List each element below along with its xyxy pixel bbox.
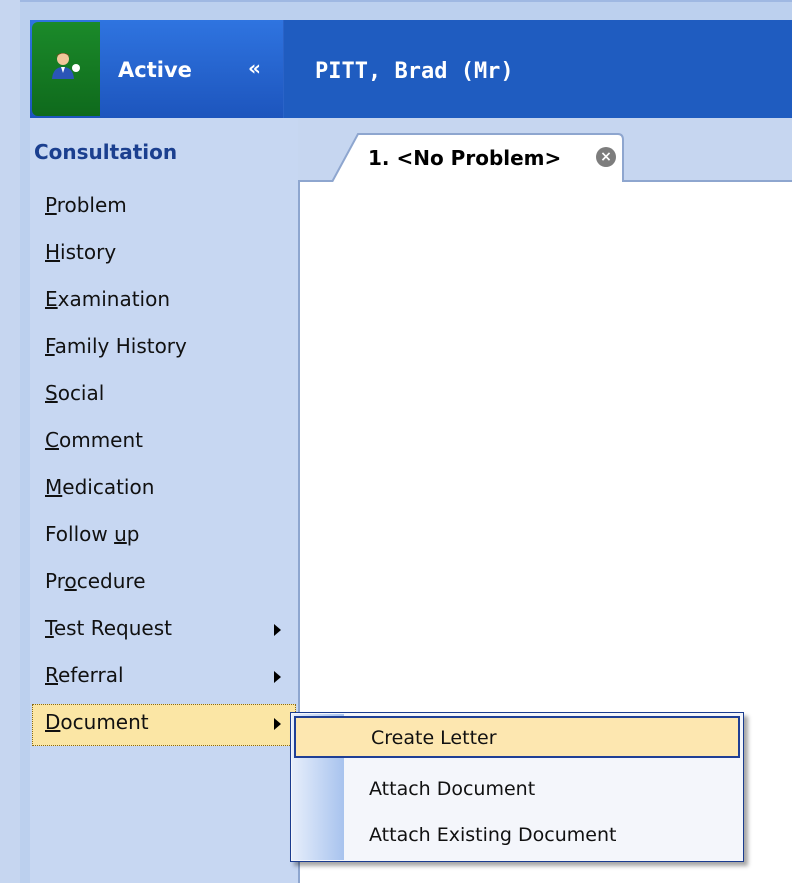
status-label: Active bbox=[118, 58, 192, 82]
person-icon bbox=[52, 53, 80, 79]
menu-item-label: Attach Document bbox=[369, 778, 536, 800]
header-divider bbox=[283, 20, 284, 118]
menu-item-label: Create Letter bbox=[371, 727, 497, 749]
close-circle-icon[interactable]: × bbox=[596, 147, 616, 167]
submenu-arrow-icon bbox=[274, 624, 281, 636]
sidebar-item-label: Examination bbox=[45, 287, 171, 311]
sidebar-item-label: Referral bbox=[45, 663, 124, 687]
sidebar-item-history[interactable]: History bbox=[30, 233, 298, 277]
window-top-frame bbox=[20, 0, 792, 20]
sidebar-item-label: Medication bbox=[45, 475, 155, 499]
sidebar-item-label: Comment bbox=[45, 428, 143, 452]
submenu-arrow-icon bbox=[274, 671, 281, 683]
sidebar-item-test-request[interactable]: Test Request bbox=[30, 609, 298, 653]
app-window: Active « PITT, Brad (Mr) Consultation 1.… bbox=[0, 0, 792, 883]
menu-item-create-letter[interactable]: Create Letter bbox=[294, 716, 740, 758]
sidebar-item-follow-up[interactable]: Follow up bbox=[30, 515, 298, 559]
menu-item-attach-document[interactable]: Attach Document bbox=[291, 767, 743, 811]
patient-name: PITT, Brad (Mr) bbox=[315, 59, 514, 84]
sidebar-item-label: Follow up bbox=[45, 522, 140, 546]
sidebar-item-referral[interactable]: Referral bbox=[30, 656, 298, 700]
sidebar-item-label: Problem bbox=[45, 193, 127, 217]
sidebar-item-family-history[interactable]: Family History bbox=[30, 327, 298, 371]
sidebar-item-problem[interactable]: Problem bbox=[30, 186, 298, 230]
sidebar-item-social[interactable]: Social bbox=[30, 374, 298, 418]
status-block[interactable]: Active « bbox=[30, 20, 283, 118]
sidebar-item-procedure[interactable]: Procedure bbox=[30, 562, 298, 606]
sidebar-title: Consultation bbox=[34, 140, 178, 164]
tab-label: 1. <No Problem> bbox=[368, 146, 562, 170]
document-submenu: Create Letter Attach Document Attach Exi… bbox=[290, 712, 744, 862]
patient-header-bar: Active « PITT, Brad (Mr) bbox=[30, 20, 792, 118]
sidebar-item-medication[interactable]: Medication bbox=[30, 468, 298, 512]
sidebar-item-examination[interactable]: Examination bbox=[30, 280, 298, 324]
menu-item-label: Attach Existing Document bbox=[369, 824, 617, 846]
double-chevron-down-icon[interactable]: « bbox=[248, 58, 268, 78]
sidebar-item-label: Procedure bbox=[45, 569, 146, 593]
submenu-arrow-icon bbox=[274, 718, 281, 730]
sidebar-item-label: History bbox=[45, 240, 117, 264]
sidebar-item-document[interactable]: Document bbox=[32, 704, 296, 746]
sidebar-item-comment[interactable]: Comment bbox=[30, 421, 298, 465]
status-indicator bbox=[32, 22, 100, 116]
sidebar-item-label: Document bbox=[45, 710, 149, 734]
tab-no-problem[interactable]: 1. <No Problem> × bbox=[332, 132, 624, 182]
sidebar-item-label: Family History bbox=[45, 334, 187, 358]
sidebar-item-label: Social bbox=[45, 381, 105, 405]
menu-item-attach-existing-document[interactable]: Attach Existing Document bbox=[291, 813, 743, 857]
window-left-frame bbox=[20, 20, 30, 883]
sidebar-item-label: Test Request bbox=[45, 616, 172, 640]
